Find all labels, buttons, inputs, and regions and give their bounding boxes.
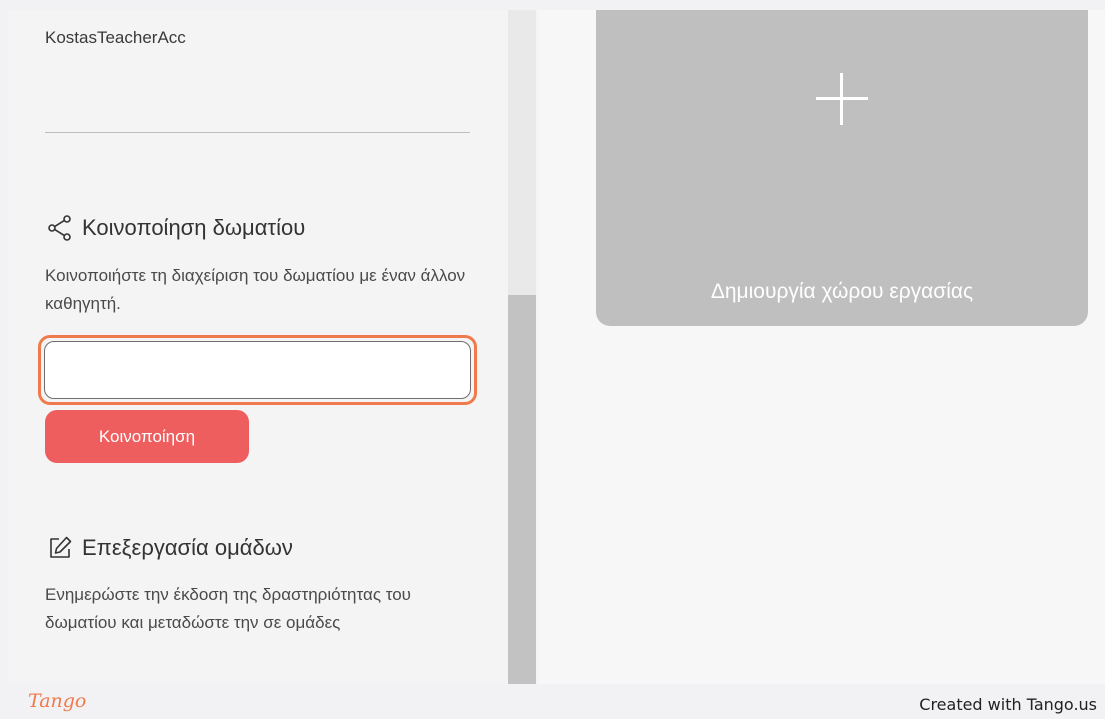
share-room-description: Κοινοποιήστε τη διαχείριση του δωματίου …	[45, 266, 466, 313]
edit-groups-title: Επεξεργασία ομάδων	[82, 535, 293, 560]
divider	[45, 132, 470, 133]
screenshot-frame: KostasTeacherAcc Κοινοποίηση δωματίου Κο…	[0, 0, 1105, 719]
edit-groups-description: Ενημερώστε την έκδοση της δραστηριότητας…	[45, 585, 411, 632]
share-input-focus-ring	[38, 335, 477, 405]
share-button[interactable]: Κοινοποίηση	[45, 410, 249, 463]
teacher-share-input[interactable]	[44, 341, 471, 399]
workspace-area: Δημιουργία χώρου εργασίας	[538, 10, 1105, 684]
tango-credit: Created with Tango.us	[919, 695, 1097, 714]
create-workspace-card[interactable]: Δημιουργία χώρου εργασίας	[596, 10, 1088, 326]
share-icon	[46, 214, 74, 242]
share-room-title: Κοινοποίηση δωματίου	[82, 215, 306, 240]
room-settings-panel: KostasTeacherAcc Κοινοποίηση δωματίου Κο…	[8, 10, 508, 684]
create-workspace-label: Δημιουργία χώρου εργασίας	[710, 280, 974, 303]
plus-icon	[816, 73, 868, 125]
edit-groups-header: Επεξεργασία ομάδων	[46, 534, 293, 562]
scrollbar-thumb[interactable]	[508, 295, 536, 684]
account-name: KostasTeacherAcc	[45, 28, 186, 47]
share-room-header: Κοινοποίηση δωματίου	[46, 214, 305, 242]
tango-logo: Tango	[28, 690, 87, 712]
edit-icon	[46, 534, 74, 562]
app-screen: KostasTeacherAcc Κοινοποίηση δωματίου Κο…	[8, 10, 1105, 684]
